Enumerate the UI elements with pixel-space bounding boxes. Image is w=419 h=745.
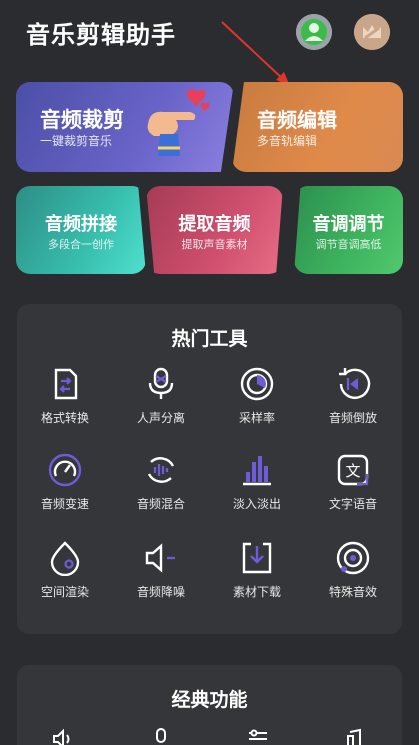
vocal-separate-icon <box>148 367 174 399</box>
card-subtitle: 多音轨编辑 <box>257 134 318 148</box>
tool-mix[interactable]: 音频混合 <box>113 452 209 522</box>
text-to-speech-icon: 文 <box>337 454 369 486</box>
tool-denoise[interactable]: 音频降噪 <box>113 540 209 610</box>
tool-label: 音频变速 <box>40 497 89 511</box>
card-title: 音频拼接 <box>45 214 117 235</box>
spatial-icon <box>50 541 80 576</box>
tool-label: 采样率 <box>238 411 275 425</box>
tool-special-effect[interactable]: 特殊音效 <box>305 540 401 610</box>
svg-text:文: 文 <box>345 462 360 480</box>
hot-tools-panel: 热门工具 格式转换 人声分离 采样率 音频倒放 音频变速 音频混合 淡入淡出 文… <box>17 304 402 634</box>
tool-vocal-separate[interactable]: 人声分离 <box>113 366 209 436</box>
mix-icon <box>147 457 175 483</box>
vip-crown-icon[interactable] <box>354 14 390 50</box>
pitch-adjust-card[interactable]: 音调调节 调节音调高低 <box>294 186 403 274</box>
hand-heart-illustration-icon <box>147 89 210 156</box>
tool-reverse[interactable]: 音频倒放 <box>305 366 401 436</box>
tool-spatial[interactable]: 空间渲染 <box>17 540 113 610</box>
card-title: 音频编辑 <box>257 108 337 132</box>
tool-label: 音频混合 <box>136 497 185 511</box>
tool-label: 格式转换 <box>40 411 89 425</box>
tool-label: 特殊音效 <box>328 585 377 599</box>
tool-label: 素材下载 <box>232 585 281 599</box>
tool-fade[interactable]: 淡入淡出 <box>209 452 305 522</box>
tool-speed[interactable]: 音频变速 <box>17 452 113 522</box>
microphone-icon[interactable] <box>150 728 172 745</box>
panel-title: 热门工具 <box>171 328 248 350</box>
audio-splice-card[interactable]: 音频拼接 多段合一创作 <box>16 186 146 274</box>
denoise-icon <box>145 543 175 573</box>
tool-text-to-speech[interactable]: 文 文字语音 <box>305 452 401 522</box>
card-title: 音频裁剪 <box>40 108 124 132</box>
tool-sample-rate[interactable]: 采样率 <box>209 366 305 436</box>
card-subtitle: 调节音调高低 <box>315 238 382 251</box>
card-title: 音调调节 <box>312 214 385 235</box>
tool-download[interactable]: 素材下载 <box>209 540 305 610</box>
equalizer-icon[interactable] <box>247 728 269 745</box>
card-subtitle: 一键裁剪音乐 <box>40 134 113 148</box>
tool-label: 文字语音 <box>328 497 377 511</box>
card-subtitle: 多段合一创作 <box>48 238 114 251</box>
extract-audio-card[interactable]: 提取音频 提取声音素材 <box>146 186 283 274</box>
tool-label: 淡入淡出 <box>232 497 281 511</box>
card-subtitle: 提取声音素材 <box>181 238 248 251</box>
format-convert-icon <box>54 368 78 400</box>
audio-edit-card[interactable]: 音频编辑 多音轨编辑 <box>232 82 403 172</box>
music-note-icon[interactable] <box>344 728 366 745</box>
download-icon <box>242 542 272 574</box>
speed-icon <box>48 453 82 487</box>
user-avatar-icon[interactable] <box>296 14 332 50</box>
reverse-icon <box>339 368 371 399</box>
card-title: 提取音频 <box>178 214 251 235</box>
fade-icon <box>243 456 271 486</box>
panel-title: 经典功能 <box>171 689 248 711</box>
tool-label: 音频降噪 <box>136 585 185 599</box>
app-title: 音乐剪辑助手 <box>26 21 176 49</box>
tool-label: 空间渲染 <box>40 585 89 599</box>
volume-icon[interactable] <box>52 728 74 745</box>
special-effect-icon <box>336 541 370 575</box>
sample-rate-icon <box>240 367 274 401</box>
tool-label: 音频倒放 <box>328 411 377 425</box>
tool-label: 人声分离 <box>136 411 185 425</box>
tool-format-convert[interactable]: 格式转换 <box>17 366 113 436</box>
header: 音乐剪辑助手 <box>0 0 419 70</box>
